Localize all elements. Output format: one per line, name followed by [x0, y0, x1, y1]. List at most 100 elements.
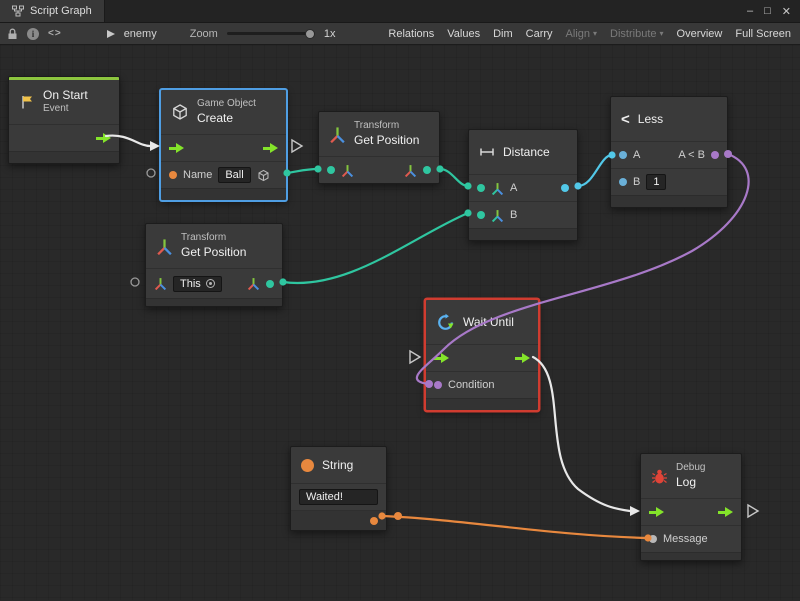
name-input-port[interactable] — [169, 171, 177, 179]
node-title: Less — [638, 112, 663, 126]
cube-icon — [171, 103, 189, 121]
node-group: Debug — [676, 462, 705, 475]
toolbar-buttons: Relations Values Dim Carry Align ▾ Distr… — [388, 28, 793, 40]
flow-output-port[interactable] — [263, 143, 278, 153]
flow-output-port[interactable] — [718, 507, 733, 517]
full-screen-button[interactable]: Full Screen — [735, 28, 791, 40]
flow-output-port[interactable] — [515, 353, 530, 363]
relations-button[interactable]: Relations — [388, 28, 434, 40]
input-a-port[interactable] — [477, 184, 485, 192]
node-string-literal[interactable]: String Waited! — [290, 446, 387, 531]
code-icon[interactable]: <> — [48, 28, 62, 39]
position-output-port[interactable] — [423, 166, 431, 174]
close-button[interactable]: ✕ — [782, 5, 791, 18]
zoom-slider-handle[interactable] — [305, 29, 315, 39]
lock-icon[interactable] — [7, 28, 18, 40]
chevron-down-icon: ▾ — [593, 29, 597, 38]
wire-getposition-to-distance-a[interactable] — [440, 169, 468, 186]
message-input-port[interactable] — [649, 535, 657, 543]
wire-arrowhead-icon — [150, 141, 160, 151]
node-footer — [469, 228, 577, 240]
transform-icon — [247, 277, 260, 290]
align-dropdown[interactable]: Align ▾ — [566, 28, 597, 40]
wire-getposition-to-distance-b[interactable] — [283, 213, 468, 283]
port-label: Condition — [448, 379, 494, 391]
transform-icon — [491, 182, 504, 195]
game-object-picker-icon[interactable] — [257, 169, 270, 182]
name-value-field[interactable]: Ball — [218, 167, 250, 183]
node-group: Transform — [354, 120, 419, 133]
distribute-dropdown[interactable]: Distribute ▾ — [610, 28, 663, 40]
node-game-object-create[interactable]: Game Object Create Name Ball — [160, 89, 287, 201]
less-than-icon: < — [621, 112, 630, 127]
chevron-down-icon: ▾ — [660, 29, 664, 38]
graph-icon — [12, 5, 24, 17]
result-output-port[interactable] — [711, 151, 719, 159]
transform-icon — [404, 164, 417, 177]
port-label: Message — [663, 533, 708, 545]
target-value-field[interactable]: This — [173, 276, 222, 292]
node-get-position-ball[interactable]: Transform Get Position — [318, 111, 440, 184]
result-output-port[interactable] — [561, 184, 569, 192]
input-b-port[interactable] — [477, 211, 485, 219]
flow-input-port[interactable] — [434, 353, 449, 363]
zoom-slider[interactable] — [227, 32, 315, 35]
b-value-field[interactable]: 1 — [646, 174, 666, 190]
string-value-field[interactable]: Waited! — [299, 489, 378, 505]
transform-icon — [341, 164, 354, 177]
port-label: B — [633, 176, 640, 188]
object-picker-icon[interactable] — [206, 279, 215, 288]
values-button[interactable]: Values — [447, 28, 480, 40]
position-output-port[interactable] — [266, 280, 274, 288]
node-title: Distance — [503, 145, 550, 159]
target-value-text: This — [180, 278, 201, 290]
node-footer — [146, 298, 282, 306]
unconnected-port-ring — [131, 278, 139, 286]
transform-icon — [156, 238, 173, 255]
wire-arrowhead-icon — [630, 506, 640, 516]
zoom-value: 1x — [324, 28, 336, 40]
tab-script-graph[interactable]: Script Graph — [0, 0, 105, 22]
wire-create-to-getposition[interactable] — [287, 169, 318, 173]
flow-output-port[interactable] — [96, 133, 111, 143]
wire-waituntil-to-log[interactable] — [533, 357, 630, 511]
port-label: A — [633, 149, 640, 161]
node-title: String — [322, 458, 353, 472]
node-wait-until[interactable]: Wait Until Condition — [425, 299, 539, 411]
node-get-position-this[interactable]: Transform Get Position This — [145, 223, 283, 307]
window-controls: – □ ✕ — [738, 0, 800, 22]
node-on-start-event[interactable]: On Start Event — [8, 76, 120, 164]
distance-icon — [479, 144, 495, 160]
dim-button[interactable]: Dim — [493, 28, 513, 40]
node-group: Transform — [181, 232, 246, 245]
node-title: Get Position — [354, 133, 419, 148]
node-title: Wait Until — [463, 315, 514, 329]
input-a-port[interactable] — [619, 151, 627, 159]
flow-input-port[interactable] — [169, 143, 184, 153]
transform-icon — [491, 209, 504, 222]
minimize-button[interactable]: – — [747, 5, 753, 17]
graph-canvas[interactable]: On Start Event Game Object Create — [0, 45, 800, 600]
overview-button[interactable]: Overview — [677, 28, 723, 40]
node-debug-log[interactable]: Debug Log Message — [640, 453, 742, 561]
node-distance[interactable]: Distance A B — [468, 129, 578, 241]
condition-input-port[interactable] — [434, 381, 442, 389]
transform-input-port[interactable] — [327, 166, 335, 174]
string-output-port[interactable] — [370, 517, 378, 525]
maximize-button[interactable]: □ — [764, 5, 771, 17]
carry-button[interactable]: Carry — [526, 28, 553, 40]
flow-arrow-icon — [292, 140, 302, 152]
transform-icon — [154, 277, 167, 290]
input-b-port[interactable] — [619, 178, 627, 186]
node-title: On Start — [43, 88, 88, 103]
node-subtitle: Event — [43, 103, 88, 116]
wire-string-to-log[interactable] — [382, 516, 648, 538]
node-footer — [161, 188, 286, 200]
flow-arrow-icon — [748, 505, 758, 517]
node-less[interactable]: < Less A A < B B 1 — [610, 96, 728, 208]
flow-input-port[interactable] — [649, 507, 664, 517]
info-icon[interactable]: i — [27, 28, 39, 40]
wire-distance-to-less[interactable] — [578, 155, 612, 186]
bug-icon — [651, 468, 668, 485]
target-object-name[interactable]: enemy — [124, 28, 157, 40]
